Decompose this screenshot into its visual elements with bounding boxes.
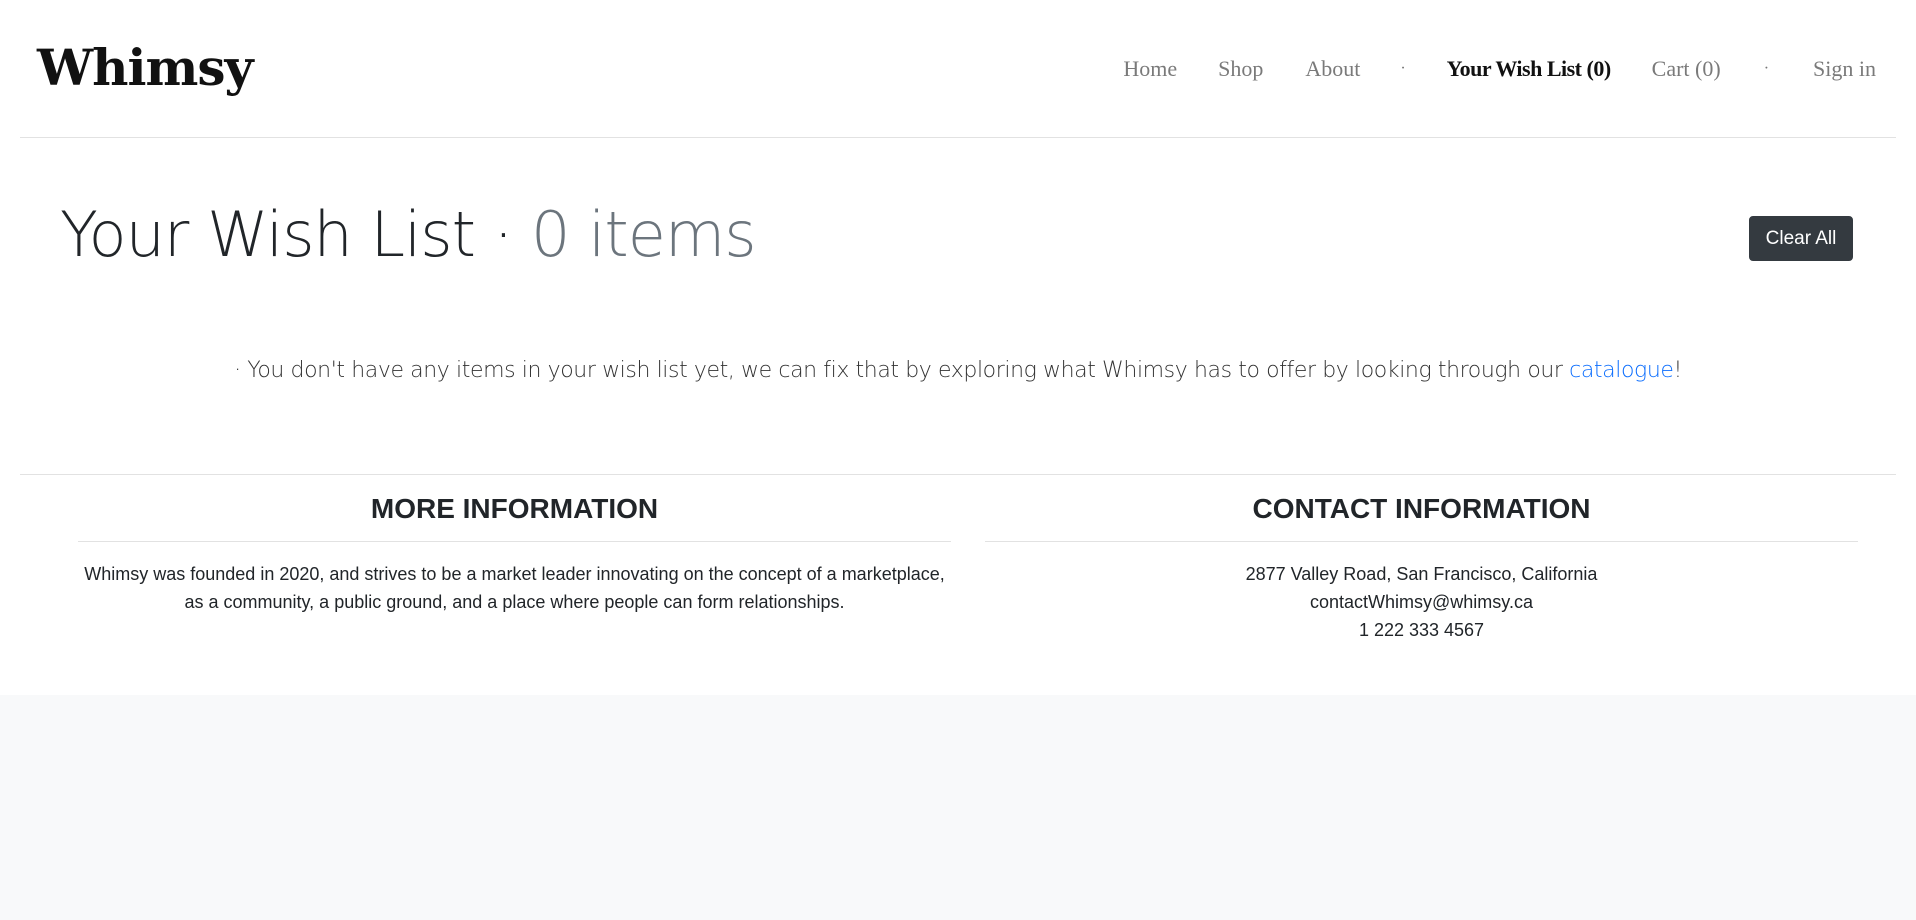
nav-signin-link[interactable]: Sign in	[1813, 56, 1876, 82]
main-nav: Home Shop About · Your Wish List (0) Car…	[1123, 56, 1876, 82]
nav-cart-link[interactable]: Cart (0)	[1652, 56, 1721, 82]
contact-email: contactWhimsy@whimsy.ca	[1310, 592, 1533, 612]
contact-information-section: CONTACT INFORMATION 2877 Valley Road, Sa…	[985, 475, 1858, 696]
nav-separator: ·	[1400, 60, 1406, 77]
contact-phone: 1 222 333 4567	[1358, 620, 1485, 640]
more-information-heading: MORE INFORMATION	[78, 475, 951, 542]
contact-address: 2877 Valley Road, San Francisco, Califor…	[1245, 564, 1598, 584]
empty-wishlist-message: · You don't have any items in your wish …	[0, 358, 1916, 383]
nav-shop-link[interactable]: Shop	[1218, 56, 1263, 82]
contact-details: 2877 Valley Road, San Francisco, Califor…	[985, 560, 1858, 644]
navbar: Whimsy Home Shop About · Your Wish List …	[20, 0, 1896, 138]
page-title: Your Wish List · 0 items	[60, 198, 757, 271]
item-count: 0 items	[531, 198, 757, 271]
nav-wishlist-link[interactable]: Your Wish List (0)	[1447, 56, 1612, 82]
brand-logo[interactable]: Whimsy	[37, 38, 254, 97]
footer: MORE INFORMATION Whimsy was founded in 2…	[20, 474, 1896, 696]
empty-message-suffix: !	[1673, 358, 1683, 383]
more-information-section: MORE INFORMATION Whimsy was founded in 2…	[78, 475, 951, 696]
more-information-text: Whimsy was founded in 2020, and strives …	[84, 564, 945, 612]
nav-separator: ·	[1763, 60, 1770, 77]
empty-message-text: · You don't have any items in your wish …	[234, 358, 1570, 383]
catalogue-link[interactable]: catalogue	[1569, 358, 1674, 383]
page: Whimsy Home Shop About · Your Wish List …	[0, 0, 1916, 695]
nav-about-link[interactable]: About	[1305, 56, 1360, 82]
contact-information-heading: CONTACT INFORMATION	[985, 475, 1858, 542]
page-title-text: Your Wish List	[60, 198, 476, 271]
title-separator: ·	[474, 198, 532, 271]
clear-all-button[interactable]: Clear All	[1749, 216, 1853, 261]
wishlist-main: Your Wish List · 0 items Clear All · You…	[0, 138, 1916, 474]
nav-home-link[interactable]: Home	[1123, 56, 1177, 82]
